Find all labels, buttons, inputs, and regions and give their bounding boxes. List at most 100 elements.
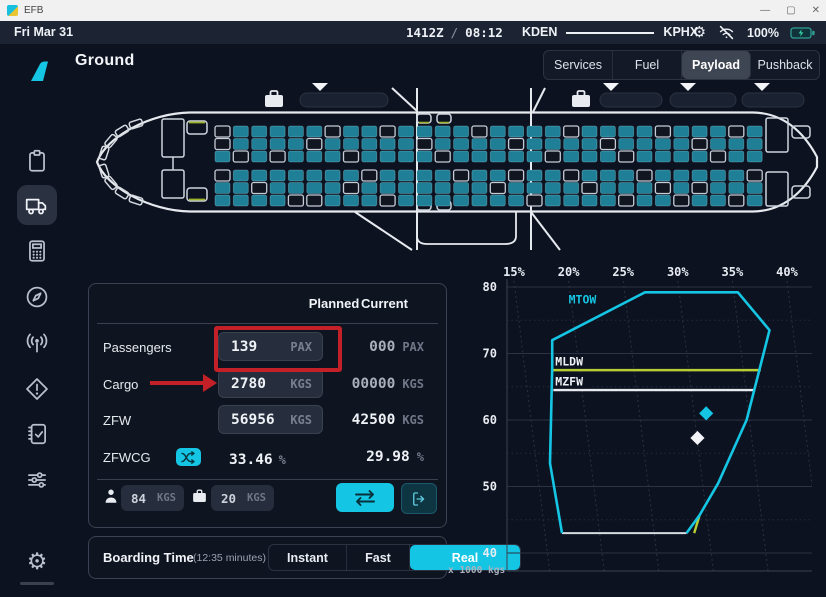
seat[interactable] <box>729 139 744 150</box>
seat[interactable] <box>619 139 634 150</box>
seat[interactable] <box>600 170 615 181</box>
seat[interactable] <box>380 151 395 162</box>
seat[interactable] <box>545 183 560 194</box>
seat[interactable] <box>490 151 505 162</box>
maximize-button[interactable]: ▢ <box>786 5 795 16</box>
seat[interactable] <box>417 170 432 181</box>
seat[interactable] <box>490 195 505 206</box>
seat[interactable] <box>582 183 597 194</box>
seat[interactable] <box>252 151 267 162</box>
seat[interactable] <box>600 195 615 206</box>
seat[interactable] <box>215 170 230 181</box>
seat[interactable] <box>454 195 469 206</box>
seat[interactable] <box>619 170 634 181</box>
seat[interactable] <box>307 195 322 206</box>
seat[interactable] <box>380 170 395 181</box>
seat[interactable] <box>527 139 542 150</box>
seat[interactable] <box>509 183 524 194</box>
seat[interactable] <box>711 183 726 194</box>
seat[interactable] <box>674 183 689 194</box>
seat[interactable] <box>233 151 248 162</box>
minimize-button[interactable]: — <box>760 5 770 16</box>
seat[interactable] <box>545 195 560 206</box>
seat[interactable] <box>655 195 670 206</box>
seat[interactable] <box>692 170 707 181</box>
seat[interactable] <box>362 139 377 150</box>
seat[interactable] <box>435 183 450 194</box>
seat[interactable] <box>270 126 285 137</box>
sidebar-item-options[interactable] <box>17 460 57 500</box>
seat[interactable] <box>490 170 505 181</box>
close-button[interactable]: ✕ <box>812 5 820 16</box>
seat[interactable] <box>325 183 340 194</box>
seat[interactable] <box>288 151 303 162</box>
seat[interactable] <box>362 170 377 181</box>
seat[interactable] <box>490 126 505 137</box>
seat[interactable] <box>564 126 579 137</box>
seat[interactable] <box>655 126 670 137</box>
seat[interactable] <box>215 151 230 162</box>
seat[interactable] <box>399 139 414 150</box>
seat[interactable] <box>233 195 248 206</box>
seat[interactable] <box>344 151 359 162</box>
seat[interactable] <box>325 195 340 206</box>
seat[interactable] <box>637 126 652 137</box>
seat[interactable] <box>711 126 726 137</box>
seat[interactable] <box>454 183 469 194</box>
seat[interactable] <box>527 170 542 181</box>
seat[interactable] <box>270 195 285 206</box>
seat[interactable] <box>545 170 560 181</box>
seat[interactable] <box>600 151 615 162</box>
bag-weight-input[interactable]: 20KGS <box>211 485 274 511</box>
boarding-option-fast[interactable]: Fast <box>347 545 410 570</box>
seat[interactable] <box>215 126 230 137</box>
seat[interactable] <box>564 170 579 181</box>
seat[interactable] <box>344 195 359 206</box>
seat[interactable] <box>233 139 248 150</box>
seat[interactable] <box>380 195 395 206</box>
seat[interactable] <box>527 151 542 162</box>
seat[interactable] <box>509 170 524 181</box>
seat[interactable] <box>619 126 634 137</box>
cabin-seat-map[interactable] <box>0 80 826 258</box>
seat[interactable] <box>747 170 762 181</box>
seat[interactable] <box>270 151 285 162</box>
seat[interactable] <box>655 139 670 150</box>
seat[interactable] <box>692 151 707 162</box>
seat[interactable] <box>729 195 744 206</box>
seat[interactable] <box>270 139 285 150</box>
seat[interactable] <box>435 151 450 162</box>
seat[interactable] <box>747 126 762 137</box>
tab-payload[interactable]: Payload <box>682 51 751 79</box>
seat[interactable] <box>747 139 762 150</box>
zfw-planned-input[interactable]: 56956 KGS <box>218 405 323 434</box>
seat[interactable] <box>582 151 597 162</box>
seat[interactable] <box>325 126 340 137</box>
seat[interactable] <box>362 195 377 206</box>
seat[interactable] <box>435 126 450 137</box>
seat[interactable] <box>307 151 322 162</box>
seat[interactable] <box>747 183 762 194</box>
seat[interactable] <box>435 139 450 150</box>
seat[interactable] <box>655 183 670 194</box>
seat[interactable] <box>582 170 597 181</box>
seat[interactable] <box>637 195 652 206</box>
seat[interactable] <box>344 126 359 137</box>
seat[interactable] <box>472 126 487 137</box>
tab-services[interactable]: Services <box>544 51 613 79</box>
deboard-button[interactable] <box>401 483 437 514</box>
seat[interactable] <box>454 139 469 150</box>
seat[interactable] <box>344 170 359 181</box>
seat[interactable] <box>288 183 303 194</box>
seat[interactable] <box>545 126 560 137</box>
seat[interactable] <box>288 170 303 181</box>
seat[interactable] <box>288 195 303 206</box>
seat[interactable] <box>270 183 285 194</box>
seat[interactable] <box>711 151 726 162</box>
seat[interactable] <box>233 126 248 137</box>
seat[interactable] <box>288 126 303 137</box>
tab-fuel[interactable]: Fuel <box>613 51 682 79</box>
seat[interactable] <box>252 183 267 194</box>
seat[interactable] <box>307 170 322 181</box>
seat[interactable] <box>692 183 707 194</box>
